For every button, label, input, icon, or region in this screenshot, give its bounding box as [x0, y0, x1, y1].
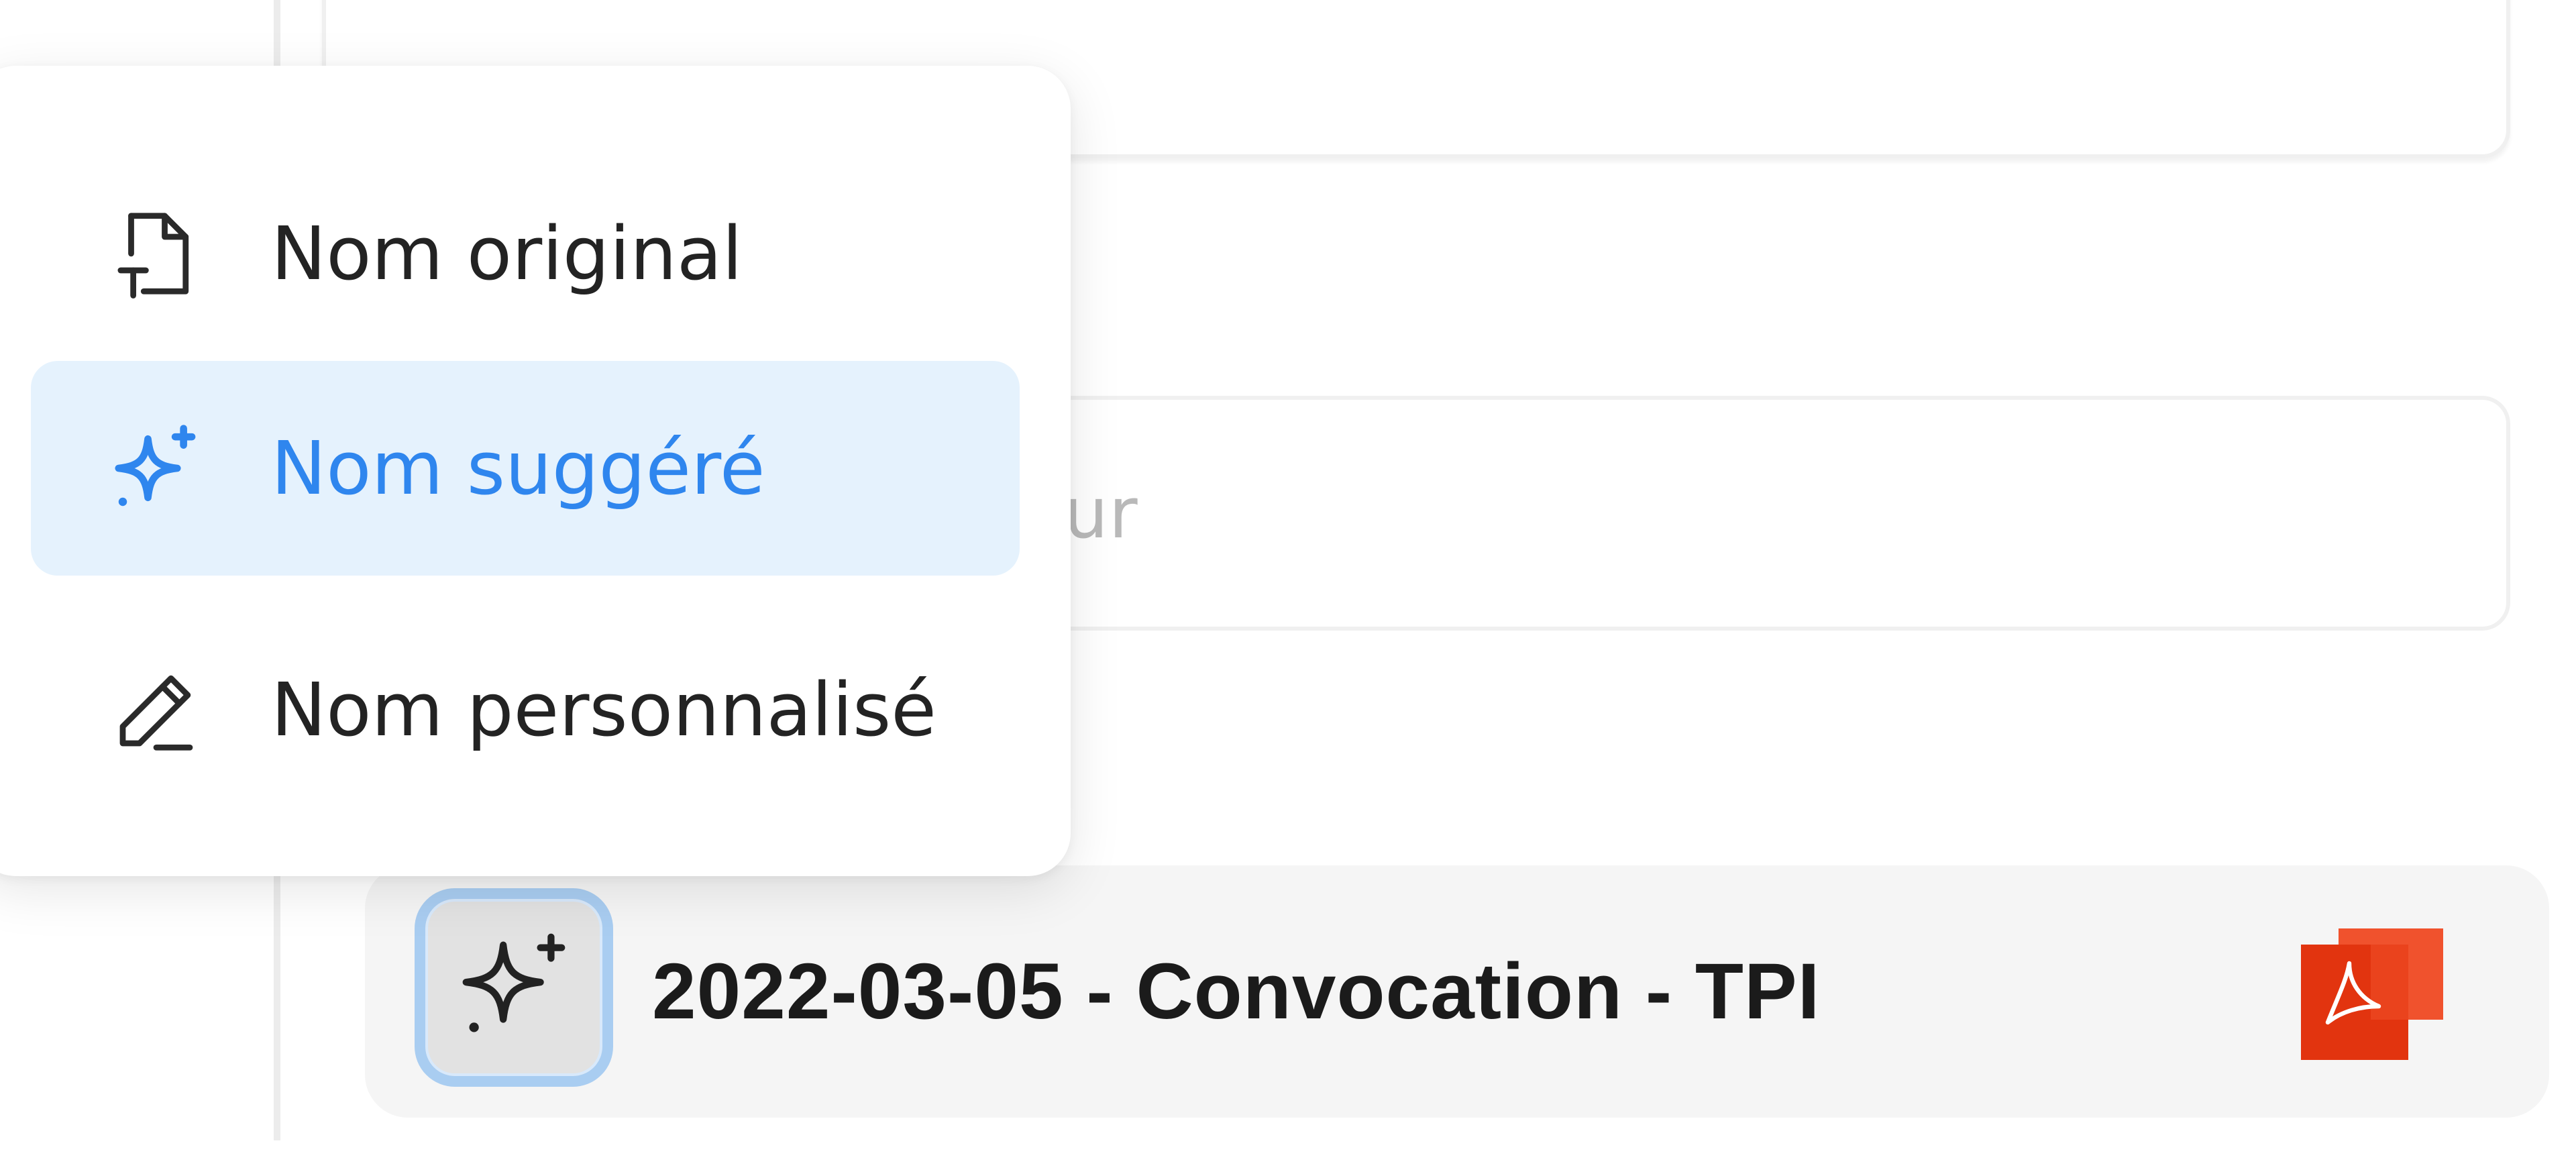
menu-item-label: Nom original [271, 211, 743, 297]
sparkles-icon [106, 418, 207, 519]
menu-item-custom-name[interactable]: Nom personnalisé [31, 602, 1020, 817]
file-text-icon [106, 203, 207, 304]
file-name: 2022-03-05 - Convocation - TPI [652, 947, 1821, 1036]
menu-item-suggested-name[interactable]: Nom suggéré [31, 361, 1020, 576]
sparkles-icon [462, 933, 566, 1032]
menu-item-label: Nom personnalisé [271, 667, 936, 753]
pdf-icon [2301, 928, 2443, 1060]
field-placeholder: ur [1064, 472, 1138, 554]
naming-options-menu: Nom original Nom suggéré Nom personnalis… [0, 66, 1071, 876]
screen: ur 2022-03-05 - Convocation - TPI Nom or… [0, 0, 2576, 1176]
menu-item-label: Nom suggéré [271, 425, 765, 511]
menu-item-original-name[interactable]: Nom original [31, 146, 1020, 361]
naming-mode-button[interactable] [415, 888, 613, 1087]
pencil-icon [106, 659, 207, 760]
